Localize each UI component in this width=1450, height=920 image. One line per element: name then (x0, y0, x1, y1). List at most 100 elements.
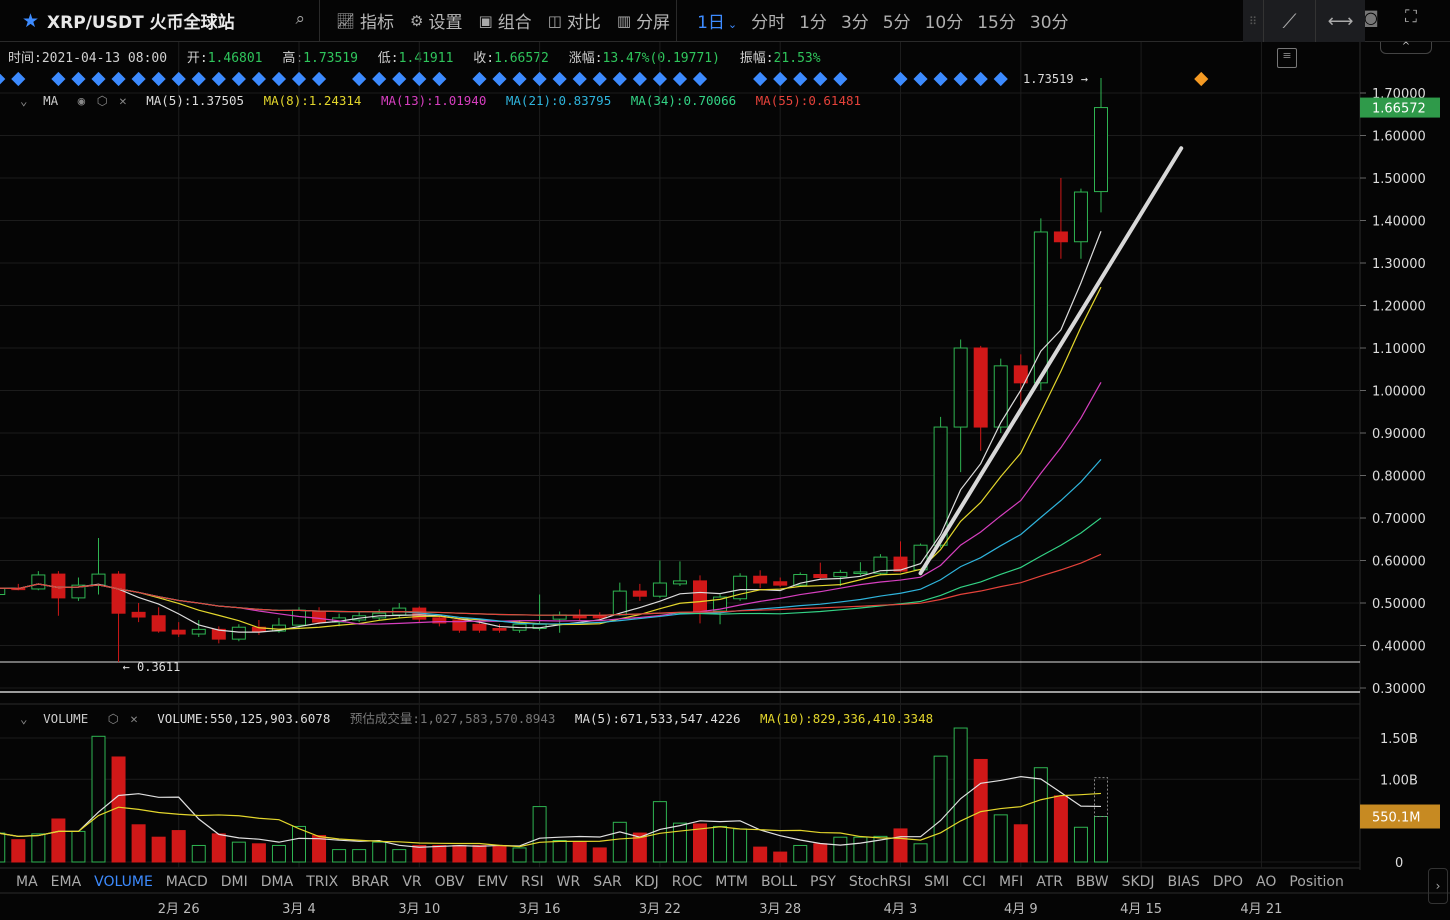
timeframe-item[interactable]: 分时 (751, 8, 785, 33)
indicator-tab-obv[interactable]: OBV (435, 874, 465, 890)
indicator-tab-volume[interactable]: VOLUME (94, 874, 153, 890)
collapse-chevron-icon[interactable]: ⌄ (20, 711, 28, 726)
indicator-tab-bias[interactable]: BIAS (1168, 874, 1200, 890)
indicator-tab-trix[interactable]: TRIX (306, 874, 338, 890)
settings-button[interactable]: ⚙ 设置 (410, 8, 462, 34)
signal-diamond-icon (512, 71, 527, 87)
eye-icon[interactable]: ◉ (78, 93, 86, 108)
change-value: 13.47%(0.19771) (602, 51, 720, 66)
indicator-icon: 📈︎ (336, 11, 356, 30)
indicator-tab-mfi[interactable]: MFI (999, 874, 1023, 890)
volume-bar-down (693, 823, 707, 863)
indicator-tab-ema[interactable]: EMA (51, 874, 82, 890)
indicator-tab-vr[interactable]: VR (402, 874, 421, 890)
split-icon: ▥ (616, 11, 632, 30)
timeframe-item[interactable]: 30分 (1030, 8, 1069, 33)
split-screen-button[interactable]: ▥ 分屏 (616, 8, 670, 34)
indicator-tab-smi[interactable]: SMI (924, 874, 949, 890)
change-label: 涨幅: (568, 51, 603, 66)
indicator-button[interactable]: 📈︎ 指标 (336, 8, 394, 34)
ma34-line (0, 517, 1102, 616)
timeframe-item[interactable]: 3分 (841, 8, 869, 33)
notes-icon[interactable]: ≡ (1277, 48, 1297, 68)
volume-bar-up (713, 825, 728, 863)
layout-button[interactable]: ▣ 组合 (479, 8, 532, 34)
ma5-line (0, 231, 1102, 633)
volume-bar-up (372, 841, 387, 863)
indicator-tab-macd[interactable]: MACD (166, 874, 208, 890)
indicator-tab-brar[interactable]: BRAR (351, 874, 389, 890)
close-value: 1.66572 (494, 51, 549, 66)
indicator-tab-emv[interactable]: EMV (477, 874, 508, 890)
indicator-tab-mtm[interactable]: MTM (715, 874, 748, 890)
compare-button[interactable]: ◫ 对比 (548, 8, 601, 34)
drag-handle-icon[interactable]: ⠿ (1243, 0, 1263, 42)
last-volume-tag (1360, 804, 1440, 829)
signal-diamond-icon (392, 71, 407, 87)
volume-bar-up (392, 849, 407, 863)
signal-diamond-icon (91, 71, 106, 87)
price-tick-label: 0.70000 (1372, 512, 1426, 527)
indicator-tab-wr[interactable]: WR (557, 874, 581, 890)
favorite-star-icon[interactable]: ★ (22, 10, 39, 32)
indicator-tab-ma[interactable]: MA (16, 874, 38, 890)
camera-icon[interactable]: ◙ (1363, 8, 1379, 27)
indicator-tab-kdj[interactable]: KDJ (635, 874, 659, 890)
timeframe-item[interactable]: 10分 (925, 8, 964, 33)
candle-up (953, 347, 968, 428)
fullscreen-icon[interactable]: ⛶ (1405, 7, 1417, 27)
indicator-tab-boll[interactable]: BOLL (761, 874, 797, 890)
timeframe-item[interactable]: 5分 (883, 8, 911, 33)
signal-diamond-icon (592, 71, 607, 87)
signal-diamond-icon (773, 71, 788, 87)
volume-bar-down (211, 833, 226, 863)
volume-bar-down (632, 832, 647, 863)
volume-ma10-line (0, 792, 1102, 848)
price-tick-label: 1.10000 (1372, 342, 1426, 357)
signal-diamond-icon (833, 71, 848, 87)
candle-down (111, 573, 126, 614)
price-tick-label: 1.40000 (1372, 215, 1426, 230)
trend-line-tool-icon[interactable]: ⟋ (1263, 0, 1315, 42)
indicator-tab-dpo[interactable]: DPO (1213, 874, 1243, 890)
indicator-tab-skdj[interactable]: SKDJ (1122, 874, 1155, 890)
settings-hex-icon[interactable]: ⬡ (108, 711, 119, 726)
indicator-tab-psy[interactable]: PSY (810, 874, 836, 890)
search-icon[interactable]: ⌕ (295, 9, 305, 29)
candle-down (693, 580, 707, 612)
drawing-tools-panel: ⠿ ⟋ ⟷ (1243, 0, 1365, 42)
close-icon[interactable]: ✕ (130, 711, 138, 726)
time-value: 2021-04-13 08:00 (41, 51, 168, 66)
candle-up (31, 574, 46, 590)
signal-diamond-icon (612, 71, 627, 87)
close-icon[interactable]: ✕ (119, 93, 127, 108)
collapse-toggle-icon[interactable]: ^ (1380, 42, 1432, 54)
indicator-tab-bbw[interactable]: BBW (1076, 874, 1109, 890)
signal-diamond-icon (51, 71, 66, 87)
indicator-tab-ao[interactable]: AO (1256, 874, 1276, 890)
indicator-tab-dma[interactable]: DMA (261, 874, 293, 890)
horizontal-line-tool-icon[interactable]: ⟷ (1315, 0, 1365, 42)
indicator-tab-position[interactable]: Position (1289, 874, 1344, 890)
indicator-tab-sar[interactable]: SAR (593, 874, 621, 890)
symbol-selector[interactable]: ★ XRP/USDT 火币全球站 ⌕ (0, 0, 320, 42)
high-marker-label: 1.73519 → (1023, 72, 1088, 86)
timeframe-item[interactable]: 15分 (977, 8, 1016, 33)
candle-up (352, 615, 367, 621)
indicator-tab-stochrsi[interactable]: StochRSI (849, 874, 911, 890)
timeframe-item[interactable]: 1分 (799, 8, 827, 33)
time-label: 时间: (8, 51, 42, 66)
signal-diamond-icon (231, 71, 246, 87)
settings-hex-icon[interactable]: ⬡ (97, 93, 108, 108)
volume-bar-up (1094, 816, 1108, 863)
price-chart[interactable]: 1.70000 1.60000 1.50000 1.40000 1.30000 1.200… (0, 0, 1450, 920)
signal-diamond-icon (672, 71, 688, 87)
indicator-tab-roc[interactable]: ROC (672, 874, 703, 890)
timeframe-active[interactable]: 1日 ⌄ (697, 8, 737, 33)
indicator-tab-cci[interactable]: CCI (962, 874, 986, 890)
collapse-chevron-icon[interactable]: ⌄ (20, 93, 28, 108)
indicator-tab-rsi[interactable]: RSI (521, 874, 544, 890)
indicator-tab-atr[interactable]: ATR (1036, 874, 1063, 890)
indicator-tab-dmi[interactable]: DMI (221, 874, 248, 890)
chevron-right-icon[interactable]: › (1428, 868, 1448, 904)
